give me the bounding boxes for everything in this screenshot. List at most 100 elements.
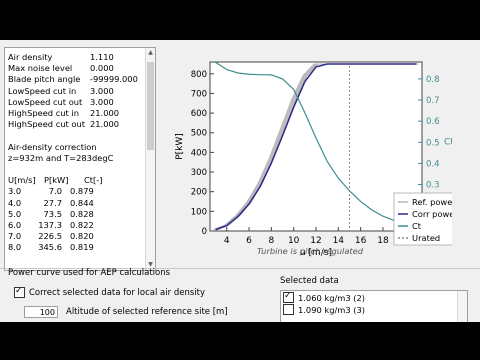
cell: 0.822 — [70, 220, 94, 231]
altitude-row: Altitude of selected reference site [m] — [24, 306, 228, 318]
param-row: LowSpeed cut in 3.000 — [8, 86, 138, 97]
y-tick-label: 0 — [202, 227, 207, 237]
item-checkbox[interactable] — [283, 291, 294, 303]
x-tick-label: 14 — [333, 236, 345, 246]
table-row: 5.0 73.5 0.828 — [8, 209, 138, 220]
cell: 27.7 — [43, 197, 62, 208]
col-header-u: U[m/s] — [8, 175, 36, 186]
correction-title: Air-density correction — [8, 141, 97, 152]
table-row: 6.0 137.3 0.822 — [8, 220, 138, 231]
legend-entry: Ref. power — [412, 197, 452, 207]
cell: 6.0 — [8, 220, 22, 231]
param-row: HighSpeed cut in 21.000 — [8, 108, 138, 119]
cell: 0.820 — [70, 231, 94, 242]
cell: 0.879 — [70, 186, 94, 197]
x-tick-label: 8 — [269, 236, 275, 246]
col-header-p: P[kW] — [44, 175, 69, 186]
table-header: U[m/s] P[kW] Ct[-] — [8, 175, 138, 186]
param-value: 21.000 — [90, 119, 120, 130]
param-label: HighSpeed cut in — [8, 108, 79, 119]
y2-tick-label: 0.5 — [426, 138, 440, 148]
correct-density-option[interactable]: Correct selected data for local air dens… — [14, 286, 205, 298]
scroll-thumb[interactable] — [147, 62, 154, 150]
cell: 8.0 — [8, 242, 22, 253]
altitude-input[interactable] — [24, 306, 58, 318]
turbine-info-list[interactable]: Air density 1.110 Max noise level 0.000 Bl… — [4, 47, 156, 271]
param-row: Air density 1.110 — [8, 52, 138, 63]
y2-tick-label: 0.6 — [426, 117, 440, 127]
cell: 5.0 — [8, 208, 22, 219]
param-label: Air density — [8, 52, 53, 62]
table-row: 8.0 345.6 0.819 — [8, 242, 138, 253]
param-row: Max noise level 0.000 — [8, 63, 138, 74]
col-header-ct: Ct[-] — [84, 175, 103, 186]
legend-entry: Urated — [412, 233, 440, 243]
cell: 0.819 — [70, 242, 94, 253]
selected-scrollbar[interactable] — [457, 291, 467, 322]
correction-detail: z=932m and T=283degC — [8, 152, 114, 163]
scroll-up-icon[interactable]: ▲ — [146, 48, 155, 58]
x-tick-label: 4 — [224, 236, 230, 246]
cell: 226.5 — [38, 231, 62, 242]
cell: 7.0 — [48, 186, 62, 197]
param-value: -99999.000 — [90, 74, 138, 85]
cell: 137.3 — [38, 220, 62, 231]
param-label: Blade pitch angle — [8, 74, 81, 85]
aep-power-curve-window: Air density 1.110 Max noise level 0.000 Bl… — [0, 40, 480, 322]
plot-area — [209, 61, 423, 232]
selected-data-label: Selected data — [280, 276, 339, 286]
list-item[interactable]: 1.090 kg/m3 (3) — [283, 304, 467, 315]
cell: 345.6 — [38, 242, 62, 253]
item-checkbox[interactable] — [283, 304, 294, 315]
param-row: HighSpeed cut out 21.000 — [8, 119, 138, 130]
x-tick-label: 10 — [288, 236, 300, 246]
cell: 73.5 — [43, 208, 62, 219]
selected-data-list[interactable]: 1.060 kg/m3 (2) 1.090 kg/m3 (3) — [280, 290, 468, 322]
cell: 0.844 — [70, 197, 94, 208]
y-tick-label: 400 — [191, 148, 207, 158]
correct-density-label: Correct selected data for local air dens… — [29, 287, 205, 298]
correct-density-checkbox[interactable] — [14, 286, 25, 298]
table-row: 7.0 226.5 0.820 — [8, 231, 138, 242]
param-row: LowSpeed cut out 3.000 — [8, 97, 138, 108]
altitude-label: Altitude of selected reference site [m] — [66, 307, 228, 317]
cell: 3.0 — [8, 186, 22, 197]
param-label: Max noise level — [8, 63, 73, 74]
param-value: 0.000 — [90, 63, 114, 74]
y2-axis-label: Ct — [444, 138, 452, 148]
power-curve-chart: 4681012141618200100200300400500600700800… — [168, 48, 452, 262]
y2-tick-label: 0.4 — [426, 159, 440, 169]
info-scrollbar[interactable]: ▲ ▼ — [145, 48, 155, 270]
param-value: 1.110 — [90, 52, 114, 62]
x-tick-label: 16 — [355, 236, 367, 246]
y-tick-label: 100 — [191, 207, 207, 217]
item-label: 1.090 kg/m3 (3) — [298, 304, 366, 315]
y-tick-label: 700 — [191, 89, 207, 99]
y-tick-label: 600 — [191, 109, 207, 119]
param-label: LowSpeed cut in — [8, 85, 77, 96]
x-tick-label: 6 — [246, 236, 252, 246]
chart-canvas: 4681012141618200100200300400500600700800… — [175, 61, 452, 258]
x-tick-label: 18 — [377, 236, 389, 246]
y-tick-label: 800 — [191, 70, 207, 80]
y-tick-label: 200 — [191, 188, 207, 198]
param-label: LowSpeed cut out — [8, 96, 83, 107]
x-tick-label: 12 — [310, 236, 321, 246]
y2-tick-label: 0.7 — [426, 96, 440, 106]
chart-caption: Turbine is pitch regulated — [256, 246, 364, 256]
legend-entry: Ct — [412, 221, 422, 231]
y2-tick-label: 0.8 — [426, 75, 440, 85]
cell: 4.0 — [8, 197, 22, 208]
param-row: Blade pitch angle -99999.000 — [8, 74, 138, 85]
legend-entry: Corr power — [412, 209, 452, 219]
cell: 7.0 — [8, 231, 22, 242]
param-label: HighSpeed cut out — [8, 119, 86, 130]
param-value: 3.000 — [90, 85, 114, 96]
cell: 0.828 — [70, 208, 94, 219]
y2-tick-label: 0.3 — [426, 181, 440, 191]
list-item[interactable]: 1.060 kg/m3 (2) — [283, 291, 467, 303]
table-row: 3.0 7.0 0.879 — [8, 186, 138, 197]
param-value: 3.000 — [90, 96, 114, 107]
